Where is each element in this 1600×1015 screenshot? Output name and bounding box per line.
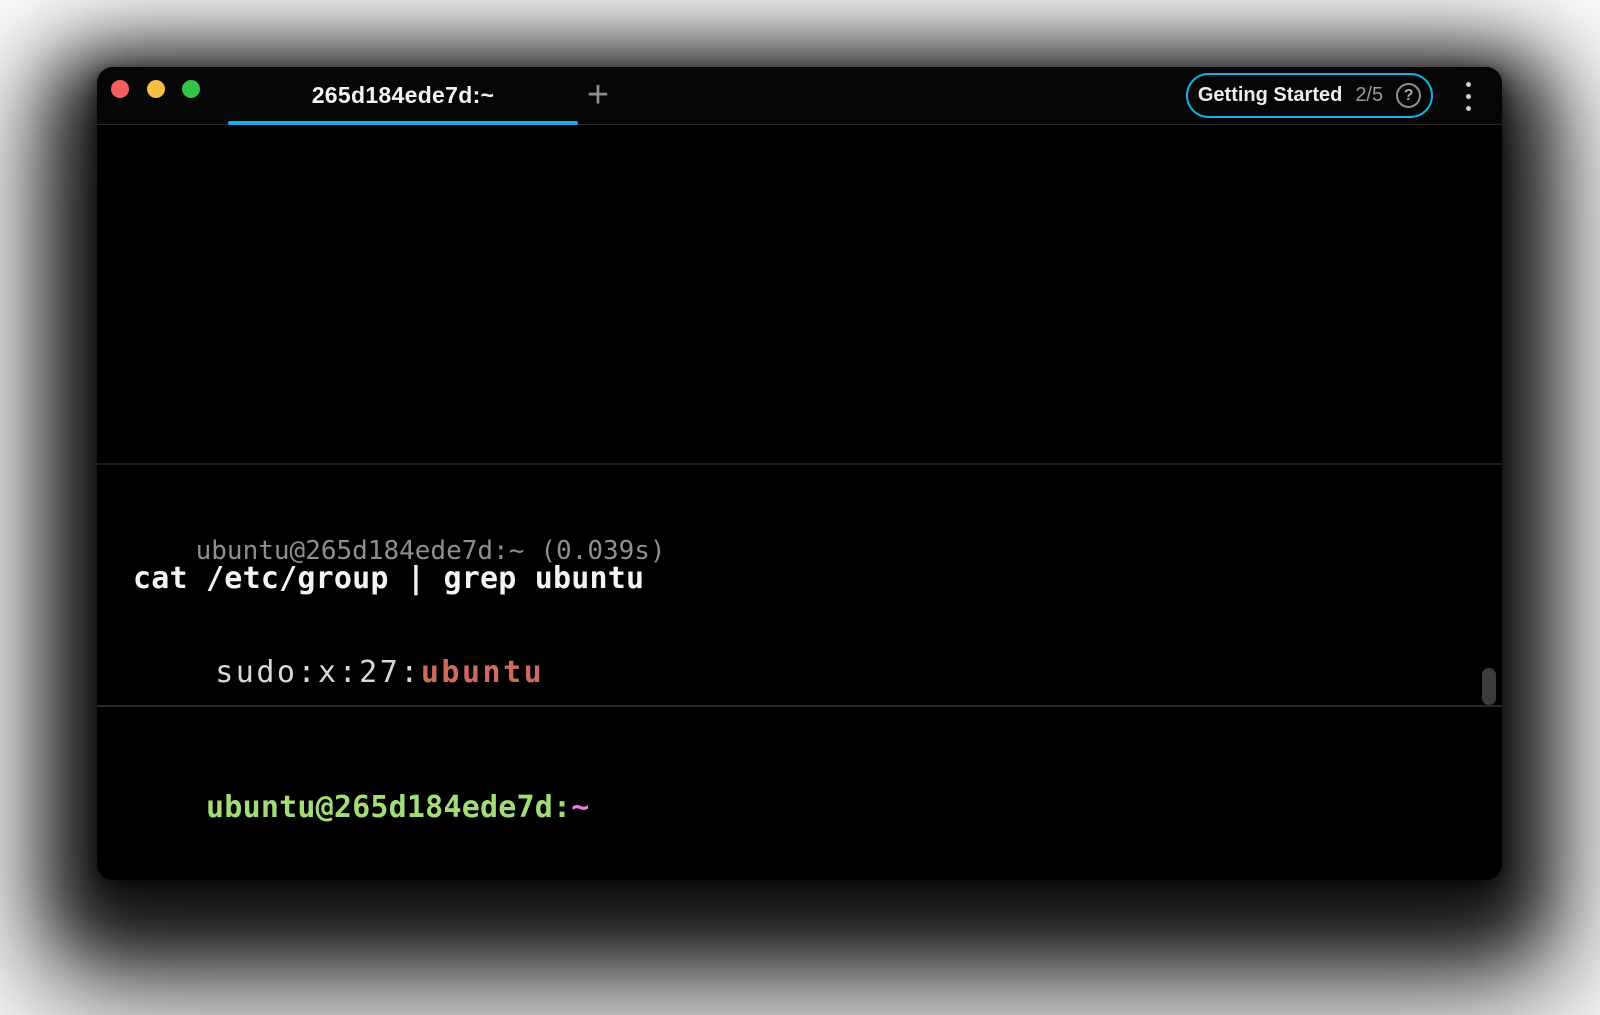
input-divider <box>97 705 1502 707</box>
kebab-menu-icon <box>1466 82 1471 87</box>
tab-title: 265d184ede7d:~ <box>312 82 495 109</box>
getting-started-label: Getting Started <box>1198 84 1342 107</box>
prompt-cwd: ~ <box>571 790 589 825</box>
output-prefix: sudo:x:27: <box>215 655 421 690</box>
output-match-highlight: ubuntu <box>421 655 544 690</box>
tab-active-indicator <box>228 121 578 125</box>
scrollbar-thumb[interactable] <box>1482 668 1496 705</box>
new-tab-button[interactable]: + <box>575 75 621 117</box>
command-text[interactable]: cat /etc/group | grep ubuntu <box>133 564 644 594</box>
prompt-user-host: ubuntu@265d184ede7d: <box>206 790 571 825</box>
kebab-menu-icon <box>1466 106 1471 111</box>
close-button[interactable] <box>111 80 129 98</box>
titlebar: 265d184ede7d:~ + Getting Started 2/5 ? <box>97 67 1502 125</box>
terminal-window: 265d184ede7d:~ + Getting Started 2/5 ? u… <box>97 67 1502 880</box>
tab-active[interactable]: 265d184ede7d:~ <box>228 67 578 124</box>
menu-button[interactable] <box>1453 76 1483 116</box>
question-circle-icon[interactable]: ? <box>1396 83 1421 108</box>
kebab-menu-icon <box>1466 94 1471 99</box>
block-divider <box>97 463 1502 465</box>
zoom-button[interactable] <box>182 80 200 98</box>
getting-started-button[interactable]: Getting Started 2/5 ? <box>1186 73 1433 118</box>
minimize-button[interactable] <box>147 80 165 98</box>
getting-started-progress: 2/5 <box>1355 84 1383 107</box>
plus-icon: + <box>587 76 609 114</box>
prompt-input-line[interactable]: ubuntu@265d184ede7d:~ <box>133 763 590 853</box>
